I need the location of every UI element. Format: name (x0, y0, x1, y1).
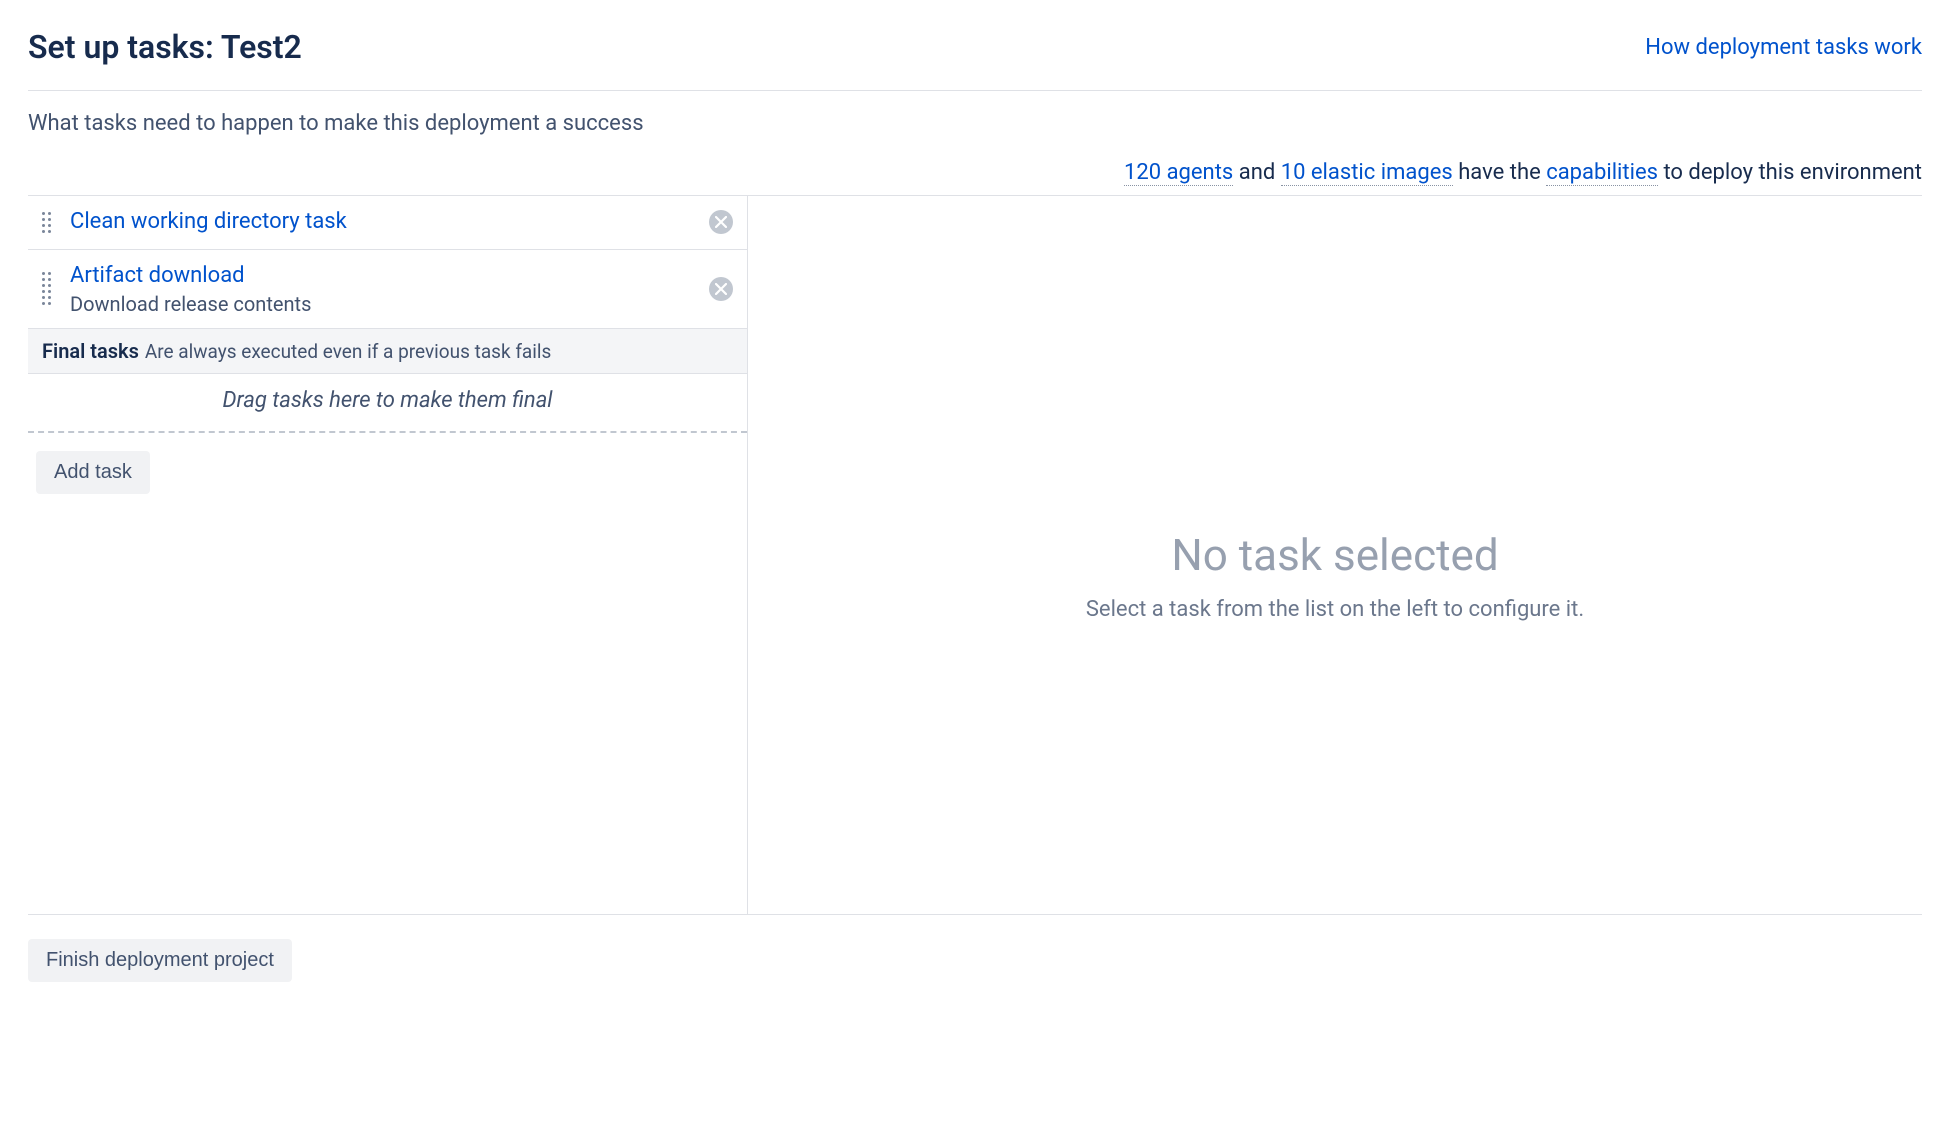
empty-state-subtitle: Select a task from the list on the left … (1086, 597, 1584, 622)
agents-capabilities-line: 120 agents and 10 elastic images have th… (28, 160, 1922, 195)
page-subtitle: What tasks need to happen to make this d… (28, 111, 1922, 136)
drag-handle-icon[interactable] (42, 269, 56, 309)
empty-state-title: No task selected (1171, 529, 1498, 581)
task-row[interactable]: Clean working directory task (28, 196, 747, 250)
task-subtitle: Download release contents (70, 292, 695, 316)
drag-handle-icon[interactable] (42, 208, 56, 236)
finish-deployment-button[interactable]: Finish deployment project (28, 939, 292, 982)
task-title: Artifact download (70, 262, 695, 291)
final-tasks-dropzone[interactable]: Drag tasks here to make them final (28, 374, 747, 433)
page-title: Set up tasks: Test2 (28, 28, 302, 66)
agents-link[interactable]: 120 agents (1124, 160, 1233, 186)
add-task-button[interactable]: Add task (36, 451, 150, 494)
task-row[interactable]: Artifact download Download release conte… (28, 250, 747, 330)
capabilities-link[interactable]: capabilities (1546, 160, 1658, 186)
remove-task-icon[interactable] (709, 277, 733, 301)
task-list-panel: Clean working directory task Artifact do… (28, 196, 748, 914)
elastic-images-link[interactable]: 10 elastic images (1281, 160, 1453, 186)
task-title: Clean working directory task (70, 208, 695, 237)
final-tasks-header: Final tasksAre always executed even if a… (28, 329, 747, 374)
remove-task-icon[interactable] (709, 210, 733, 234)
help-link[interactable]: How deployment tasks work (1645, 35, 1922, 60)
task-detail-panel: No task selected Select a task from the … (748, 196, 1922, 914)
